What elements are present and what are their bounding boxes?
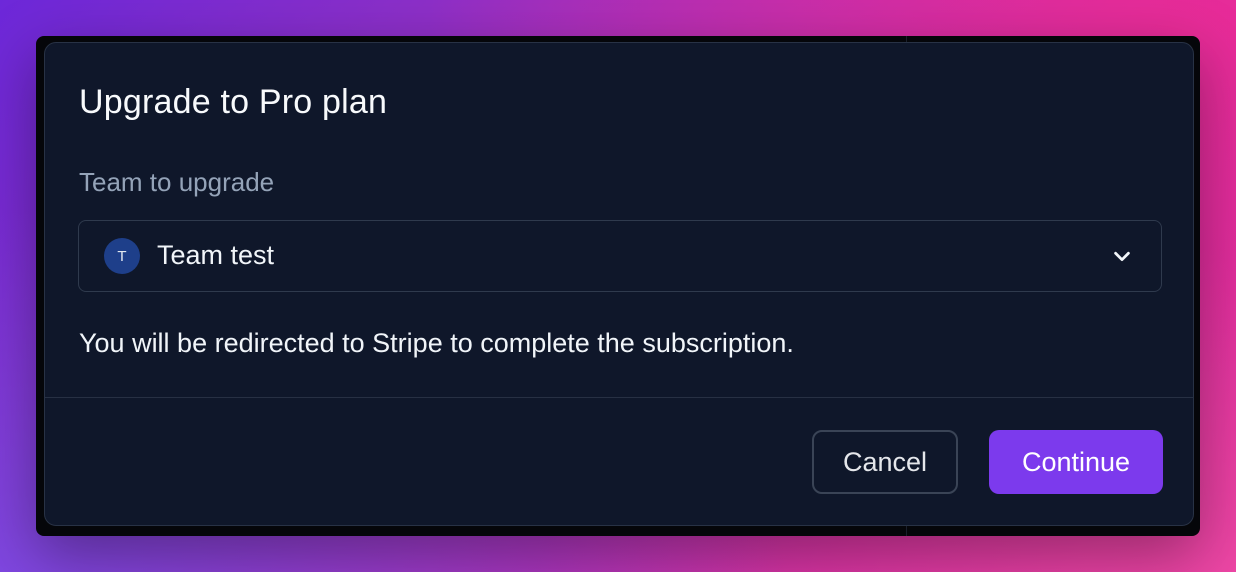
team-select-value: Team test — [157, 240, 275, 270]
team-select[interactable]: T Team test — [78, 220, 1162, 292]
team-avatar: T — [104, 238, 140, 274]
continue-button[interactable]: Continue — [989, 430, 1163, 494]
dialog-title: Upgrade to Pro plan — [79, 83, 388, 121]
upgrade-dialog: Upgrade to Pro plan Team to upgrade T Te… — [44, 42, 1194, 526]
footer-divider — [45, 397, 1193, 398]
team-field-label: Team to upgrade — [79, 167, 275, 197]
redirect-note: You will be redirected to Stripe to comp… — [79, 328, 794, 358]
cancel-button[interactable]: Cancel — [812, 430, 958, 494]
chevron-down-icon — [1114, 251, 1130, 262]
